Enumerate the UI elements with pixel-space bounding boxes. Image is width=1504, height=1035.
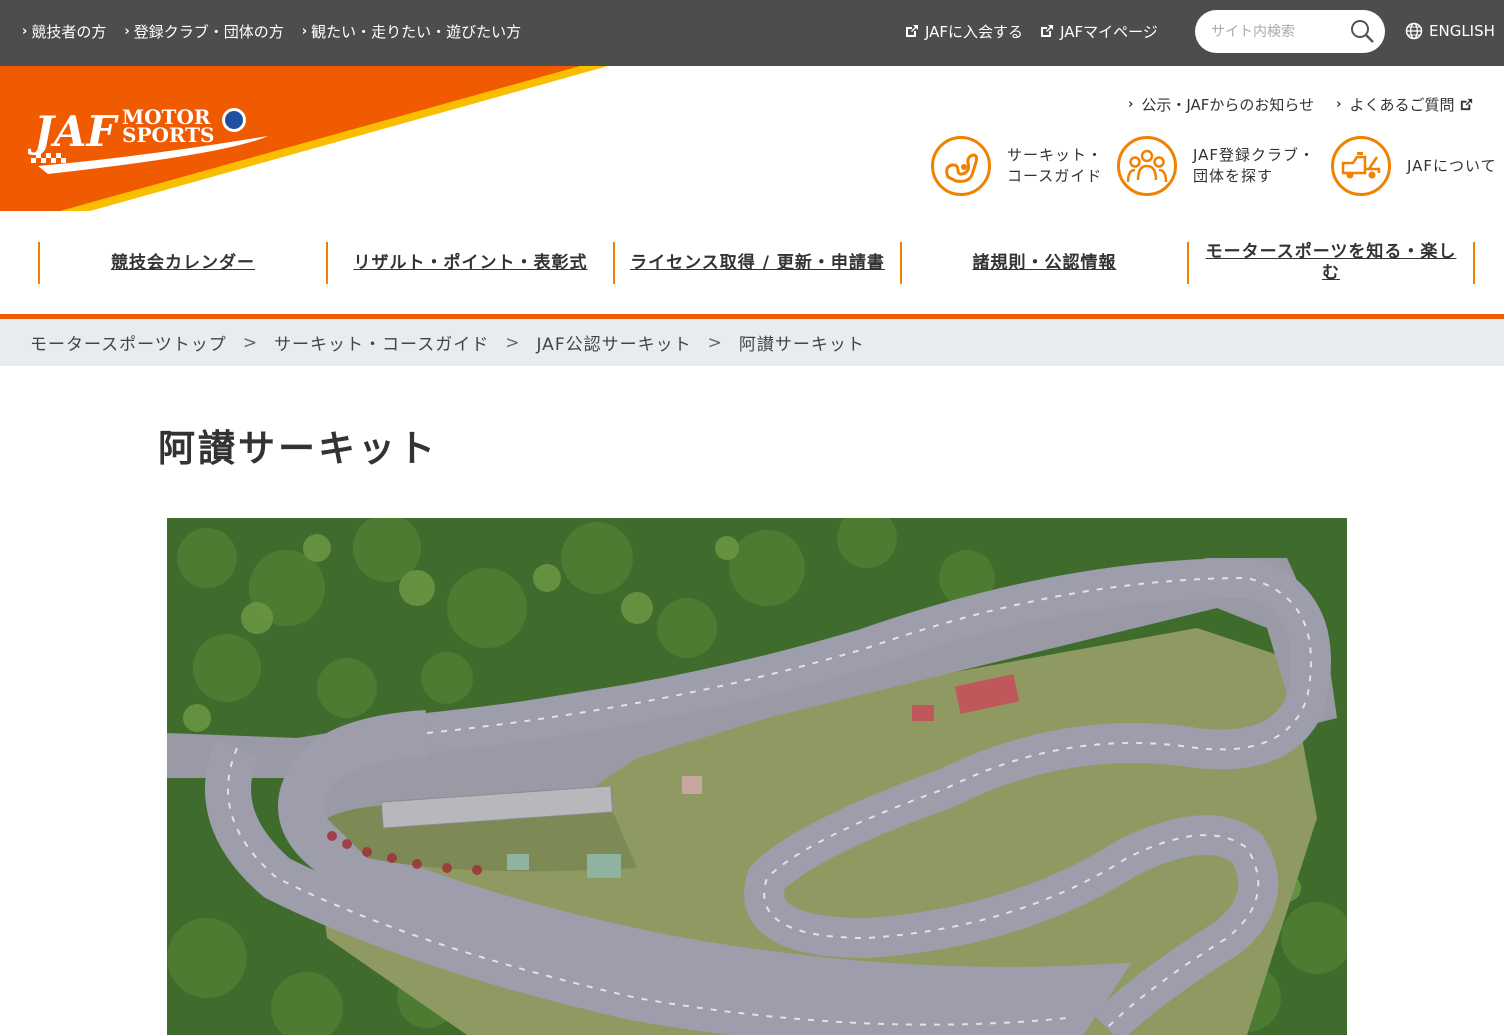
site-header: JAF MOTOR SPORTS › 公示・JAFからのお知らせ › よくあるご質問…: [0, 66, 1504, 211]
breadcrumb-item[interactable]: サーキット・コースガイド: [274, 330, 489, 355]
svg-text:SPORTS: SPORTS: [122, 123, 215, 147]
nav-enjoy-motorsports[interactable]: モータースポーツを知る・楽しむ: [1189, 242, 1473, 284]
jaf-motorsports-logo[interactable]: JAF MOTOR SPORTS: [27, 96, 278, 186]
circuit-icon: [931, 136, 991, 196]
link-registered-clubs[interactable]: › 登録クラブ・団体の方: [124, 21, 283, 42]
nav-regulations[interactable]: 諸規則・公認情報: [902, 242, 1187, 284]
link-competitors[interactable]: › 競技者の方: [22, 21, 106, 42]
account-links: JAFに入会する JAFマイページ: [904, 0, 1158, 62]
top-utility-bar: › 競技者の方 › 登録クラブ・団体の方 › 観たい・走りたい・遊びたい方 JAFに入…: [0, 0, 1504, 66]
nav-separator: [1473, 242, 1475, 284]
chevron-right-icon: ›: [22, 23, 28, 39]
nav-license[interactable]: ライセンス取得 / 更新・申請書: [615, 242, 900, 284]
breadcrumb: モータースポーツトップ > サーキット・コースガイド > JAF公認サーキット …: [0, 319, 1504, 366]
header-sub-links: › 公示・JAFからのお知らせ › よくあるご質問: [1128, 94, 1474, 115]
faq-link[interactable]: › よくあるご質問: [1336, 94, 1473, 115]
chevron-right-icon: ›: [301, 23, 308, 39]
external-link-icon: [906, 25, 918, 37]
aerial-circuit-photo: [167, 518, 1347, 1035]
chevron-right-icon: ›: [1336, 97, 1342, 112]
chevron-right-icon: ›: [1128, 97, 1134, 112]
search-input[interactable]: [1211, 23, 1341, 40]
my-page-link[interactable]: JAFマイページ: [1039, 21, 1158, 42]
nav-calendar[interactable]: 競技会カレンダー: [40, 242, 326, 284]
about-jaf-link[interactable]: JAFについて: [1331, 136, 1497, 196]
main-navigation: 競技会カレンダー リザルト・ポイント・表彰式 ライセンス取得 / 更新・申請書 …: [0, 211, 1504, 315]
find-clubs-link[interactable]: JAF登録クラブ・ 団体を探す: [1117, 136, 1315, 196]
search-icon[interactable]: [1349, 18, 1375, 44]
site-search: [1195, 10, 1385, 53]
breadcrumb-item[interactable]: モータースポーツトップ: [30, 330, 227, 355]
globe-icon: [1405, 22, 1423, 40]
chevron-right-icon: ›: [124, 23, 130, 39]
join-jaf-link[interactable]: JAFに入会する: [904, 21, 1023, 42]
tow-truck-icon: [1331, 136, 1391, 196]
announcements-link[interactable]: › 公示・JAFからのお知らせ: [1128, 94, 1314, 115]
link-spectators[interactable]: › 観たい・走りたい・遊びたい方: [302, 21, 521, 42]
external-link-icon: [1041, 25, 1054, 37]
external-link-icon: [1460, 98, 1472, 111]
page-title: 阿讃サーキット: [158, 427, 438, 470]
breadcrumb-current: 阿讃サーキット: [738, 335, 865, 355]
audience-links: › 競技者の方 › 登録クラブ・団体の方 › 観たい・走りたい・遊びたい方: [22, 0, 521, 62]
people-group-icon: [1117, 136, 1177, 196]
breadcrumb-item[interactable]: JAF公認サーキット: [536, 330, 691, 355]
svg-text:JAF: JAF: [28, 107, 119, 156]
language-switch[interactable]: ENGLISH: [1405, 0, 1495, 62]
nav-results[interactable]: リザルト・ポイント・表彰式: [328, 242, 613, 284]
circuit-guide-link[interactable]: サーキット・ コースガイド: [931, 136, 1103, 196]
